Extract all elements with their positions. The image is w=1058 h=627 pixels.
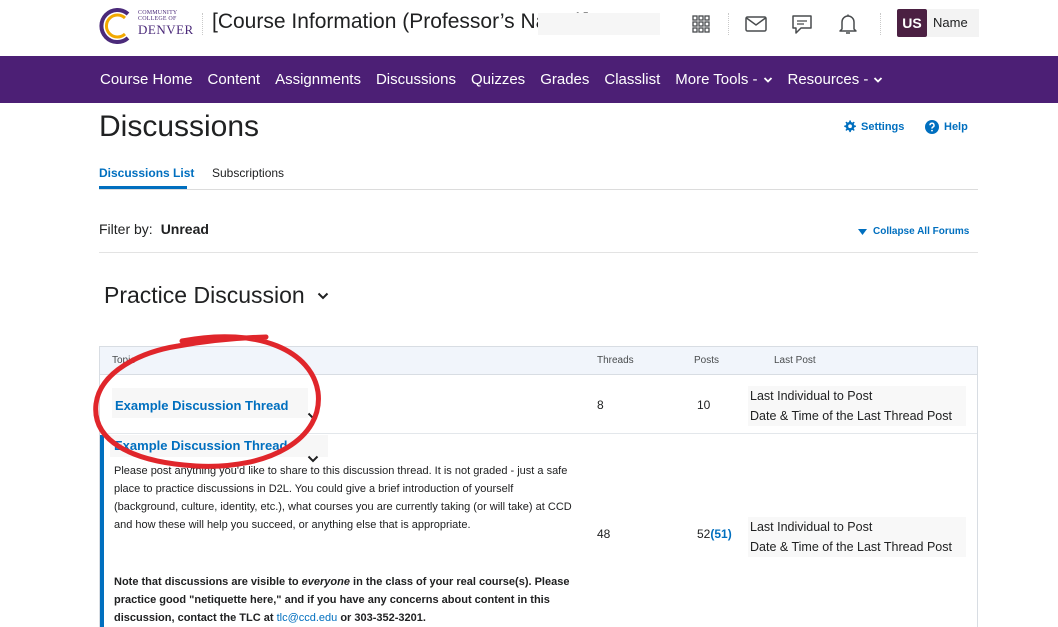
logo-big-text: DENVER — [138, 22, 194, 37]
topic-link[interactable]: Example Discussion Thread — [114, 438, 287, 453]
email-link[interactable]: tlc@ccd.edu — [277, 612, 338, 624]
top-bar: COMMUNITY COLLEGE OF DENVER [Course Info… — [0, 0, 1058, 56]
note-emphasis: everyone — [301, 576, 350, 588]
avatar[interactable]: US — [897, 9, 927, 37]
chevron-down-icon[interactable] — [317, 292, 329, 300]
course-title-highlight — [538, 13, 660, 35]
caret-down-icon — [858, 228, 867, 235]
bell-icon[interactable] — [834, 10, 862, 38]
chevron-down-icon — [874, 76, 883, 83]
divider — [728, 13, 729, 35]
column-header-last-post: Last Post — [774, 355, 816, 366]
forum-title-text: Practice Discussion — [104, 282, 305, 308]
divider — [202, 13, 203, 35]
grid-icon[interactable] — [687, 10, 715, 38]
topics-table: Topic Threads Posts Last Post Example Di… — [99, 346, 978, 627]
last-post-info: Last Individual to Post Date & Time of t… — [748, 386, 966, 426]
help-icon — [925, 120, 939, 134]
collapse-label: Collapse All Forums — [873, 226, 970, 237]
nav-resources[interactable]: Resources - — [788, 71, 884, 88]
unread-posts-count[interactable]: (51) — [710, 527, 731, 541]
last-post-info: Last Individual to Post Date & Time of t… — [748, 517, 966, 557]
table-row: Example Discussion Thread Please post an… — [100, 435, 977, 627]
college-logo[interactable]: COMMUNITY COLLEGE OF DENVER — [98, 6, 198, 46]
user-name[interactable]: Name — [927, 9, 979, 37]
forum-title[interactable]: Practice Discussion — [104, 282, 329, 309]
page-title: Discussions — [99, 110, 260, 143]
settings-button[interactable]: Settings — [843, 120, 904, 133]
column-header-threads: Threads — [597, 355, 634, 366]
column-header-posts: Posts — [694, 355, 720, 366]
filter-value[interactable]: Unread — [161, 221, 209, 237]
topic-link[interactable]: Example Discussion Thread — [115, 398, 288, 413]
posts-count: 52(51) — [697, 527, 732, 541]
column-header-topic: Topic — [112, 355, 136, 366]
tab-discussions-list[interactable]: Discussions List — [99, 166, 194, 180]
logo-small-text: COMMUNITY COLLEGE OF — [138, 10, 178, 22]
logo-mark-icon — [99, 8, 130, 44]
gear-icon — [844, 120, 856, 133]
threads-count: 8 — [597, 398, 604, 412]
nav-discussions[interactable]: Discussions — [376, 71, 456, 88]
nav-content[interactable]: Content — [208, 71, 261, 88]
table-row: Example Discussion Thread 8 10 Last Indi… — [100, 376, 977, 434]
topic-description: Please post anything you'd like to share… — [114, 465, 572, 531]
nav-more-tools[interactable]: More Tools - — [675, 71, 772, 88]
last-post-date: Date & Time of the Last Thread Post — [750, 540, 952, 554]
nav-grades[interactable]: Grades — [540, 71, 589, 88]
chat-icon[interactable] — [788, 10, 816, 38]
divider — [99, 252, 978, 253]
posts-count: 10 — [697, 398, 711, 412]
help-button[interactable]: Help — [925, 120, 968, 134]
mail-icon[interactable] — [742, 10, 770, 38]
chevron-down-icon — [763, 76, 772, 83]
help-label: Help — [944, 121, 968, 133]
divider — [880, 13, 881, 35]
collapse-all-forums-button[interactable]: Collapse All Forums — [858, 226, 969, 237]
active-tab-indicator — [99, 186, 187, 189]
filter-bar: Filter by: Unread — [99, 221, 209, 237]
course-navbar: Course Home Content Assignments Discussi… — [0, 56, 1058, 103]
table-header: Topic Threads Posts Last Post — [100, 347, 977, 375]
tab-subscriptions[interactable]: Subscriptions — [212, 166, 284, 180]
course-title[interactable]: [Course Information (Professor’s Name)] — [212, 10, 589, 36]
filter-label: Filter by: — [99, 221, 153, 237]
last-post-author: Last Individual to Post — [750, 520, 873, 534]
nav-assignments[interactable]: Assignments — [275, 71, 361, 88]
last-post-date: Date & Time of the Last Thread Post — [750, 409, 952, 423]
nav-quizzes[interactable]: Quizzes — [471, 71, 525, 88]
threads-count: 48 — [597, 527, 611, 541]
nav-classlist[interactable]: Classlist — [604, 71, 660, 88]
topic-note: Note that discussions are visible to eve… — [114, 576, 570, 624]
last-post-author: Last Individual to Post — [750, 389, 873, 403]
chevron-down-icon[interactable] — [307, 412, 319, 420]
settings-label: Settings — [861, 120, 905, 133]
nav-course-home[interactable]: Course Home — [100, 71, 193, 88]
tab-bar: Discussions List Subscriptions — [99, 160, 978, 190]
